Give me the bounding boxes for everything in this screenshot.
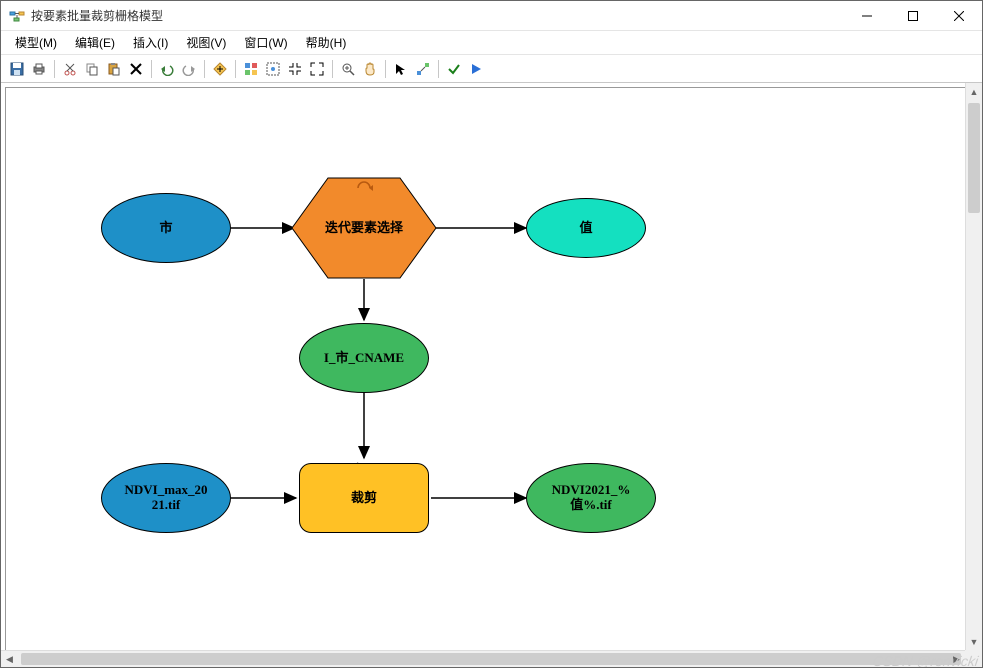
horizontal-scrollbar[interactable]: ◀ ▶ bbox=[1, 650, 965, 667]
select-icon[interactable] bbox=[391, 59, 411, 79]
node-label: 迭代要素选择 bbox=[319, 221, 409, 236]
print-icon[interactable] bbox=[29, 59, 49, 79]
watermark: CSDN @ronvicki bbox=[872, 653, 979, 667]
maximize-button[interactable] bbox=[890, 1, 936, 30]
add-data-icon[interactable] bbox=[210, 59, 230, 79]
fixed-zoom-out-icon[interactable] bbox=[307, 59, 327, 79]
node-input-raster[interactable]: NDVI_max_20 21.tif bbox=[101, 463, 231, 533]
paste-icon[interactable] bbox=[104, 59, 124, 79]
node-label: NDVI2021_% 值%.tif bbox=[546, 483, 637, 513]
menu-help[interactable]: 帮助(H) bbox=[298, 31, 355, 54]
toolbar-separator bbox=[438, 60, 439, 78]
validate-icon[interactable] bbox=[444, 59, 464, 79]
menu-model[interactable]: 模型(M) bbox=[7, 31, 65, 54]
node-output-raster[interactable]: NDVI2021_% 值%.tif bbox=[526, 463, 656, 533]
toolbar-separator bbox=[151, 60, 152, 78]
node-iterator[interactable]: 迭代要素选择 bbox=[292, 178, 436, 278]
undo-icon[interactable] bbox=[157, 59, 177, 79]
node-clip-tool[interactable]: 裁剪 bbox=[299, 463, 429, 533]
node-input-city[interactable]: 市 bbox=[101, 193, 231, 263]
toolbar-separator bbox=[54, 60, 55, 78]
scroll-up-icon[interactable]: ▲ bbox=[966, 83, 982, 100]
connect-icon[interactable] bbox=[413, 59, 433, 79]
scroll-thumb[interactable] bbox=[968, 103, 980, 213]
cut-icon[interactable] bbox=[60, 59, 80, 79]
scroll-down-icon[interactable]: ▼ bbox=[966, 633, 982, 650]
menu-window[interactable]: 窗口(W) bbox=[236, 31, 295, 54]
menu-edit[interactable]: 编辑(E) bbox=[67, 31, 123, 54]
zoom-in-icon[interactable] bbox=[338, 59, 358, 79]
redo-icon[interactable] bbox=[179, 59, 199, 79]
toolbar-separator bbox=[385, 60, 386, 78]
scroll-left-icon[interactable]: ◀ bbox=[1, 651, 18, 667]
model-canvas[interactable]: 市 迭代要素选择 值 I_市_CNAME NDVI_max_20 21.tif … bbox=[5, 87, 978, 663]
toolbar-separator bbox=[332, 60, 333, 78]
minimize-button[interactable] bbox=[844, 1, 890, 30]
full-extent-icon[interactable] bbox=[263, 59, 283, 79]
toolbar-separator bbox=[204, 60, 205, 78]
title-bar[interactable]: 按要素批量裁剪栅格模型 bbox=[1, 1, 982, 31]
canvas-area: 市 迭代要素选择 值 I_市_CNAME NDVI_max_20 21.tif … bbox=[1, 83, 982, 667]
node-label: 值 bbox=[573, 221, 598, 236]
node-selected-feature[interactable]: I_市_CNAME bbox=[299, 323, 429, 393]
menu-bar: 模型(M) 编辑(E) 插入(I) 视图(V) 窗口(W) 帮助(H) bbox=[1, 31, 982, 55]
menu-view[interactable]: 视图(V) bbox=[178, 31, 234, 54]
scroll-thumb[interactable] bbox=[21, 653, 961, 665]
close-button[interactable] bbox=[936, 1, 982, 30]
pan-icon[interactable] bbox=[360, 59, 380, 79]
node-label: 裁剪 bbox=[345, 491, 383, 506]
node-label: I_市_CNAME bbox=[318, 351, 410, 366]
fixed-zoom-in-icon[interactable] bbox=[285, 59, 305, 79]
menu-insert[interactable]: 插入(I) bbox=[125, 31, 176, 54]
node-value[interactable]: 值 bbox=[526, 198, 646, 258]
toolbar-separator bbox=[235, 60, 236, 78]
node-label: 市 bbox=[153, 221, 178, 236]
app-icon bbox=[9, 8, 25, 24]
window-controls bbox=[844, 1, 982, 30]
run-icon[interactable] bbox=[466, 59, 486, 79]
modelbuilder-window: 按要素批量裁剪栅格模型 模型(M) 编辑(E) 插入(I) 视图(V) 窗口(W… bbox=[0, 0, 983, 668]
delete-icon[interactable] bbox=[126, 59, 146, 79]
window-title: 按要素批量裁剪栅格模型 bbox=[31, 7, 844, 24]
save-icon[interactable] bbox=[7, 59, 27, 79]
vertical-scrollbar[interactable]: ▲ ▼ bbox=[965, 83, 982, 650]
model-diagram bbox=[6, 88, 977, 662]
node-label: NDVI_max_20 21.tif bbox=[118, 483, 213, 513]
auto-layout-icon[interactable] bbox=[241, 59, 261, 79]
copy-icon[interactable] bbox=[82, 59, 102, 79]
toolbar bbox=[1, 55, 982, 83]
